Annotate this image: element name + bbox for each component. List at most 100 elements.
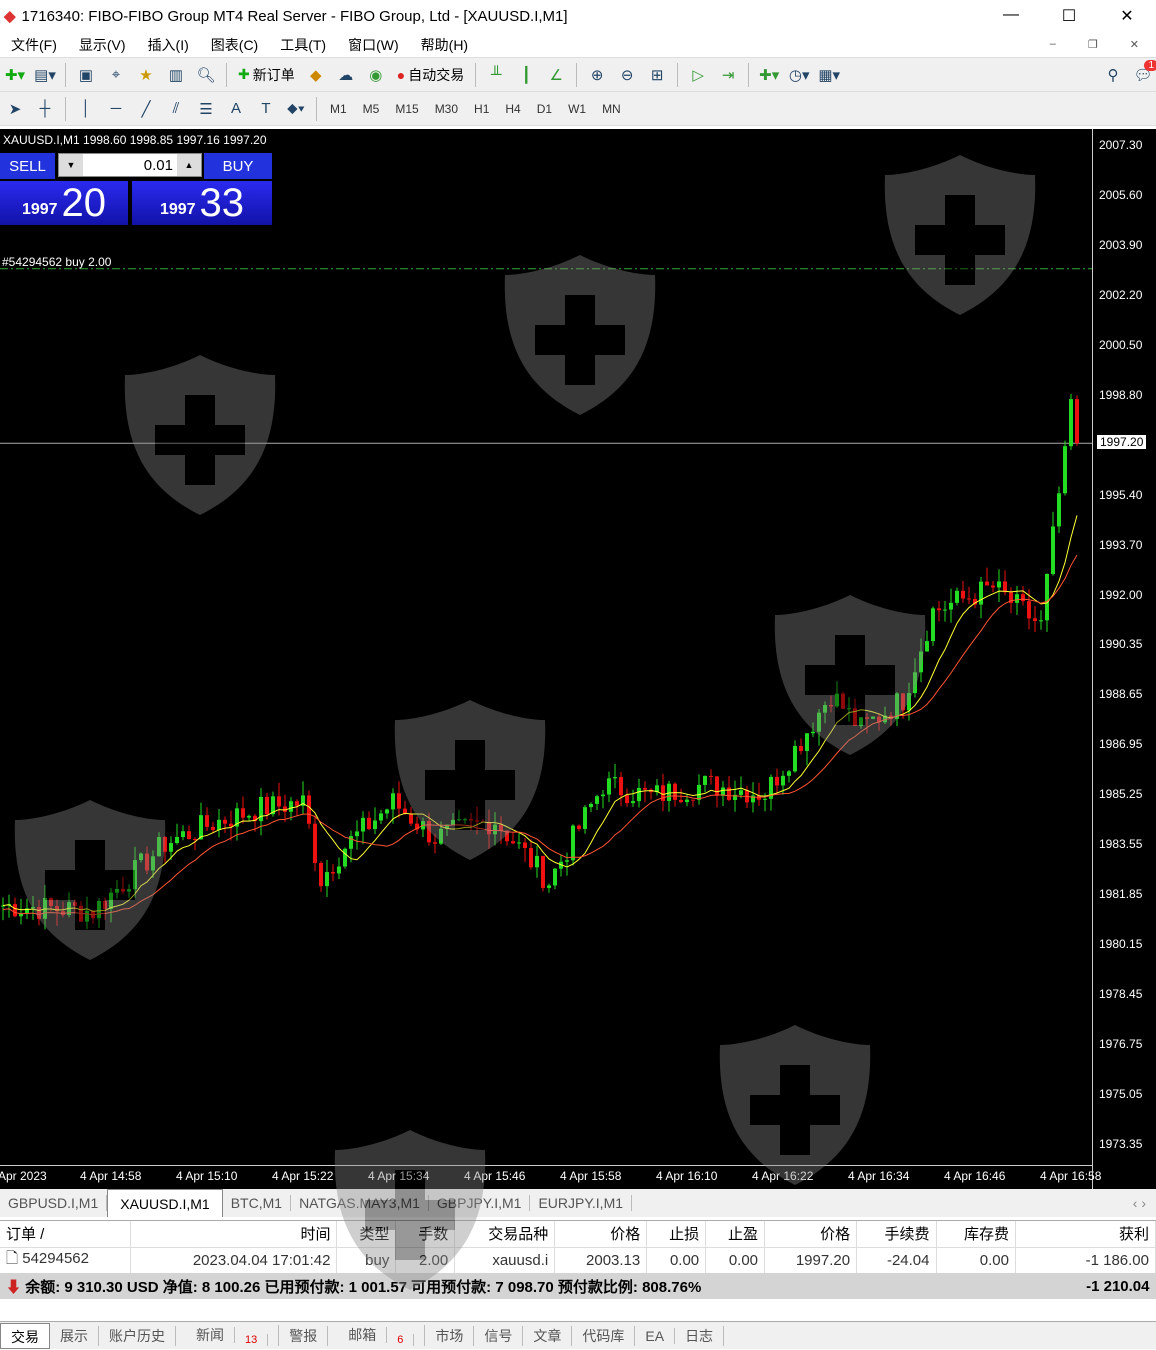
tab-alerts[interactable]: 警报 [279, 1325, 329, 1346]
mdi-minimize-button[interactable]: – [1039, 38, 1067, 51]
tab-scroll-arrows[interactable]: ‹ › [1123, 1195, 1156, 1211]
col-type[interactable]: 类型 [336, 1221, 397, 1248]
cursor-icon[interactable]: ➤ [2, 96, 28, 122]
col-sl[interactable]: 止损 [646, 1221, 707, 1248]
close-button[interactable]: ✕ [1098, 6, 1156, 26]
tile-windows-icon[interactable]: ⊞ [644, 62, 670, 88]
col-swap[interactable]: 库存费 [936, 1221, 1016, 1248]
col-tp[interactable]: 止盈 [705, 1221, 766, 1248]
menu-window[interactable]: 窗口(W) [337, 35, 410, 55]
tab-news[interactable]: 新闻 13 [176, 1324, 280, 1347]
new-order-button[interactable]: ✚ 新订单 [234, 62, 299, 88]
autoscroll-icon[interactable]: ▷ [685, 62, 711, 88]
col-symbol[interactable]: 交易品种 [454, 1221, 556, 1248]
minimize-button[interactable]: — [982, 6, 1040, 26]
col-lots[interactable]: 手数 [395, 1221, 456, 1248]
signals-icon[interactable]: ◉ [363, 62, 389, 88]
bar-chart-icon[interactable]: ╨ [483, 62, 509, 88]
indicators-icon[interactable]: ✚▾ [756, 62, 782, 88]
line-chart-icon[interactable]: ∠ [543, 62, 569, 88]
vps-icon[interactable]: ☁ [333, 62, 359, 88]
text-label-icon[interactable]: T [253, 96, 279, 122]
timeframe-m5[interactable]: M5 [357, 102, 386, 116]
timeframe-m1[interactable]: M1 [324, 102, 353, 116]
tab-exposure[interactable]: 展示 [50, 1325, 99, 1346]
arrows-icon[interactable]: ⬥▾ [283, 96, 309, 122]
timeframe-h4[interactable]: H4 [499, 102, 526, 116]
sell-button[interactable]: SELL [0, 153, 55, 179]
search-icon[interactable]: ⚲ [1100, 62, 1126, 88]
table-row[interactable]: 🗋︎ 54294562 2023.04.04 17:01:42 buy 2.00… [0, 1247, 1156, 1273]
tab-mailbox[interactable]: 邮箱 6 [328, 1324, 426, 1347]
terminal-icon[interactable]: ▥ [163, 62, 189, 88]
new-chart-icon[interactable]: ✚▾ [2, 62, 28, 88]
periods-icon[interactable]: ◷▾ [786, 62, 812, 88]
chart-tab[interactable]: BTC,M1 [223, 1195, 292, 1211]
fibonacci-icon[interactable]: ☰ [193, 96, 219, 122]
maximize-button[interactable]: ☐ [1040, 6, 1098, 26]
ask-price-button[interactable]: 1997 33 [132, 181, 272, 225]
tab-signals[interactable]: 信号 [474, 1325, 524, 1346]
chart-tab[interactable]: GBPJPY.I,M1 [429, 1195, 531, 1211]
tab-journal[interactable]: 日志 [675, 1325, 725, 1346]
candlestick-plot[interactable] [0, 129, 1092, 1165]
price-chart[interactable]: XAUUSD.I,M1 1998.60 1998.85 1997.16 1997… [0, 129, 1156, 1189]
price-axis[interactable]: 2007.30 2005.60 2003.90 2002.20 2000.50 1998.… [1092, 129, 1156, 1189]
col-time[interactable]: 时间 [130, 1221, 338, 1248]
trendline-icon[interactable]: ╱ [133, 96, 159, 122]
chart-tab[interactable]: EURJPY.I,M1 [530, 1195, 633, 1211]
lot-increase-icon[interactable]: ▲ [177, 154, 201, 176]
notifications-icon[interactable]: 💬︎ 1 [1130, 59, 1156, 88]
timeframe-w1[interactable]: W1 [562, 102, 592, 116]
bid-price-button[interactable]: 1997 20 [0, 181, 128, 225]
zoom-out-icon[interactable]: ⊖ [614, 62, 640, 88]
lot-size-stepper[interactable]: ▼ ▲ [58, 153, 202, 177]
chart-tab-active[interactable]: XAUUSD.I,M1 [107, 1189, 223, 1217]
timeframe-d1[interactable]: D1 [531, 102, 558, 116]
mdi-restore-button[interactable]: ❐ [1077, 38, 1109, 51]
timeframe-h1[interactable]: H1 [468, 102, 495, 116]
menu-insert[interactable]: 插入(I) [137, 35, 200, 55]
auto-trading-button[interactable]: ● 自动交易 [393, 62, 468, 88]
text-icon[interactable]: A [223, 96, 249, 122]
lot-decrease-icon[interactable]: ▼ [59, 154, 83, 176]
col-price[interactable]: 价格 [764, 1221, 858, 1248]
navigator-icon[interactable]: ★ [133, 62, 159, 88]
menu-help[interactable]: 帮助(H) [410, 35, 479, 55]
candlestick-icon[interactable]: ┃ [513, 62, 539, 88]
tab-market[interactable]: 市场 [425, 1325, 475, 1346]
crosshair-icon[interactable]: ┼ [32, 96, 58, 122]
menu-view[interactable]: 显示(V) [68, 35, 137, 55]
lot-size-input[interactable] [83, 156, 177, 174]
tab-trade[interactable]: 交易 [0, 1322, 50, 1349]
mdi-close-button[interactable]: ✕ [1119, 38, 1150, 51]
timeframe-mn[interactable]: MN [596, 102, 627, 116]
zoom-in-icon[interactable]: ⊕ [584, 62, 610, 88]
timeframe-m30[interactable]: M30 [429, 102, 464, 116]
tab-account-history[interactable]: 账户历史 [99, 1325, 176, 1346]
menu-tools[interactable]: 工具(T) [269, 35, 337, 55]
tester-icon[interactable]: 🔍︎ [193, 62, 219, 88]
chart-tab[interactable]: NATGAS.MAY3,M1 [291, 1195, 429, 1211]
market-watch-icon[interactable]: ▣ [73, 62, 99, 88]
timeframe-m15[interactable]: M15 [389, 102, 424, 116]
tab-experts[interactable]: EA [635, 1327, 676, 1344]
metaeditor-icon[interactable]: ◆ [303, 62, 329, 88]
profiles-icon[interactable]: ▤▾ [32, 62, 58, 88]
horizontal-line-icon[interactable]: ─ [103, 96, 129, 122]
tab-code-base[interactable]: 代码库 [572, 1325, 636, 1346]
menu-file[interactable]: 文件(F) [0, 35, 68, 55]
chart-tab[interactable]: GBPUSD.I,M1 [0, 1195, 108, 1211]
data-window-icon[interactable]: ⌖ [103, 62, 129, 88]
buy-button[interactable]: BUY [204, 153, 272, 179]
vertical-line-icon[interactable]: │ [73, 96, 99, 122]
equidistant-channel-icon[interactable]: ⫽ [163, 96, 189, 122]
col-profit[interactable]: 获利 [1015, 1221, 1156, 1248]
col-commission[interactable]: 手续费 [856, 1221, 937, 1248]
col-order[interactable]: 订单 / [0, 1221, 132, 1248]
col-open-price[interactable]: 价格 [554, 1221, 648, 1248]
menu-charts[interactable]: 图表(C) [200, 35, 269, 55]
chart-shift-icon[interactable]: ⇥ [715, 62, 741, 88]
templates-icon[interactable]: ▦▾ [816, 62, 842, 88]
tab-articles[interactable]: 文章 [523, 1325, 573, 1346]
